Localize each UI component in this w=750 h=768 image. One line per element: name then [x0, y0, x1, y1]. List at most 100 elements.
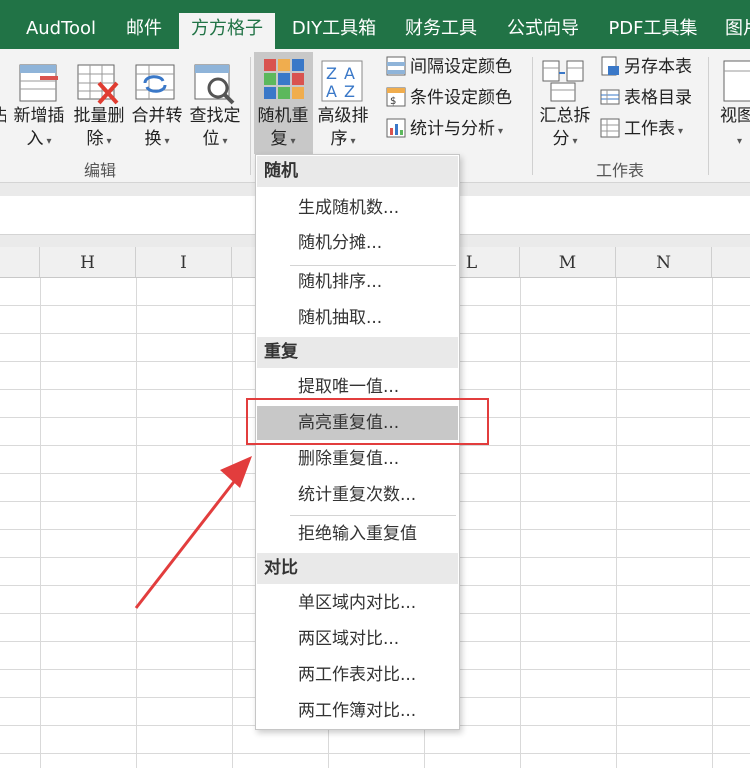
tab-pdf-tools[interactable]: PDF工具集	[604, 14, 702, 49]
advanced-sort-button[interactable]: 高级排 序 ▾	[312, 105, 374, 153]
insert-icon	[19, 64, 58, 102]
svg-text:A: A	[326, 82, 337, 101]
tab-fangfang[interactable]: 方方格子	[179, 13, 275, 49]
column-header-n[interactable]: N	[616, 247, 712, 277]
statistics-analysis-button[interactable]: 统计与分析 ▾	[386, 116, 503, 142]
insert-label-1: 新增插	[13, 106, 65, 126]
svg-text:$: $	[390, 96, 396, 107]
table-directory-icon	[600, 89, 620, 105]
find-locate-button[interactable]: 查找定 位 ▾	[184, 105, 246, 153]
merge-convert-icon	[135, 64, 175, 100]
insert-label-2: 入	[26, 129, 44, 149]
menu-header-duplicate: 重复	[257, 337, 458, 368]
menu-item-random-sort[interactable]: 随机排序...	[257, 265, 458, 299]
menu-separator	[290, 515, 456, 516]
chevron-down-icon: ▾	[678, 126, 684, 137]
grid-column-line	[232, 278, 233, 768]
tab-audtool[interactable]: AudTool	[22, 14, 100, 49]
menu-header-random: 随机	[257, 156, 458, 187]
menu-item-delete-duplicates[interactable]: 删除重复值...	[257, 442, 458, 476]
save-sheet-icon	[601, 56, 619, 76]
random-duplicate-label-1: 随机重	[257, 106, 309, 126]
batch-delete-icon	[77, 64, 119, 105]
menu-item-single-range-compare[interactable]: 单区域内对比...	[257, 586, 458, 620]
insert-button[interactable]: 新增插 入 ▾	[8, 105, 70, 153]
summary-split-button[interactable]: 汇总拆 分 ▾	[534, 105, 596, 153]
save-sheet-button[interactable]: 另存本表	[600, 54, 692, 80]
merge-convert-button[interactable]: 合并转 换 ▾	[126, 105, 188, 153]
batch-delete-button[interactable]: 批量删 除 ▾	[68, 105, 130, 153]
worksheet-label: 工作表	[624, 119, 675, 139]
chevron-down-icon: ▾	[350, 136, 356, 147]
menu-item-two-workbook-compare[interactable]: 两工作簿对比...	[257, 694, 458, 728]
grid-column-line	[712, 278, 713, 768]
summary-split-icon	[542, 60, 584, 102]
table-directory-label: 表格目录	[624, 88, 692, 108]
menu-item-two-sheet-compare[interactable]: 两工作表对比...	[257, 658, 458, 692]
svg-text:Z: Z	[344, 82, 355, 101]
group-separator	[708, 57, 709, 175]
batch-delete-label-2: 除	[86, 129, 104, 149]
menu-item-random-sample[interactable]: 随机抽取...	[257, 301, 458, 335]
tab-picture[interactable]: 图片	[718, 14, 750, 49]
find-locate-label-1: 查找定	[189, 106, 241, 126]
column-header-i[interactable]: I	[136, 247, 232, 277]
group-separator	[532, 57, 533, 175]
random-duplicate-label-2: 复	[270, 129, 288, 149]
chevron-down-icon: ▾	[164, 136, 170, 147]
tab-formula-wizard[interactable]: 公式向导	[502, 14, 584, 49]
chevron-down-icon: ▾	[46, 136, 52, 147]
batch-delete-label-1: 批量删	[73, 106, 125, 126]
svg-text:Z: Z	[326, 64, 337, 83]
random-duplicate-button[interactable]: 随机重 复 ▾	[252, 105, 314, 153]
summary-split-label-2: 分	[552, 129, 570, 149]
conditional-color-button[interactable]: $ 条件设定颜色	[386, 85, 512, 111]
tab-mail[interactable]: 邮件	[118, 14, 170, 49]
menu-item-two-range-compare[interactable]: 两区域对比...	[257, 622, 458, 656]
column-header-m[interactable]: M	[520, 247, 616, 277]
menu-item-generate-random[interactable]: 生成随机数...	[257, 191, 458, 225]
interval-color-button[interactable]: 间隔设定颜色	[386, 54, 512, 80]
view-label: 视图	[720, 106, 750, 126]
advanced-sort-label-2: 序	[330, 129, 348, 149]
view-button[interactable]: 视图 ▾	[720, 105, 750, 153]
worksheet-button[interactable]: 工作表 ▾	[600, 116, 683, 142]
grid-column-line	[40, 278, 41, 768]
column-header-h[interactable]: H	[40, 247, 136, 277]
menu-item-reject-duplicate-input[interactable]: 拒绝输入重复值	[257, 517, 458, 551]
chevron-down-icon: ▾	[572, 136, 578, 147]
merge-convert-label-1: 合并转	[131, 106, 183, 126]
grid-column-line	[520, 278, 521, 768]
tab-diy-toolbox[interactable]: DIY工具箱	[288, 14, 380, 49]
chevron-down-icon: ▾	[222, 136, 228, 147]
grid-row-line	[0, 753, 750, 754]
group-label-edit: 编辑	[83, 161, 116, 180]
chevron-down-icon: ▾	[498, 126, 504, 137]
random-duplicate-icon	[264, 59, 304, 99]
menu-item-random-allocate[interactable]: 随机分摊...	[257, 226, 458, 260]
menu-header-compare: 对比	[257, 553, 458, 584]
interval-color-label: 间隔设定颜色	[410, 57, 512, 77]
save-sheet-label: 另存本表	[624, 57, 692, 77]
chevron-down-icon: ▾	[290, 136, 296, 147]
chevron-down-icon: ▾	[737, 136, 743, 147]
grid-column-line	[616, 278, 617, 768]
highlight-box	[246, 398, 489, 445]
statistics-icon	[386, 118, 406, 138]
table-directory-button[interactable]: 表格目录	[600, 85, 692, 111]
worksheet-icon	[600, 118, 620, 138]
column-header-partial[interactable]	[0, 247, 40, 277]
column-header-o[interactable]	[712, 247, 750, 277]
find-locate-label-2: 位	[202, 129, 220, 149]
merge-convert-label-2: 换	[144, 129, 162, 149]
tab-finance-tools[interactable]: 财务工具	[400, 14, 482, 49]
menu-item-count-duplicates[interactable]: 统计重复次数...	[257, 478, 458, 512]
table-color-icon	[386, 56, 406, 76]
ribbon-tab-bar: AudTool 邮件 方方格子 DIY工具箱 财务工具 公式向导 PDF工具集 …	[0, 0, 750, 49]
group-label-worksheet: 工作表	[595, 161, 644, 180]
advanced-sort-icon: Z A A Z	[321, 60, 363, 102]
advanced-sort-label-1: 高级排	[317, 106, 369, 126]
partial-button-label[interactable]: 占	[0, 105, 6, 128]
summary-split-label-1: 汇总拆	[539, 106, 591, 126]
chevron-down-icon: ▾	[106, 136, 112, 147]
